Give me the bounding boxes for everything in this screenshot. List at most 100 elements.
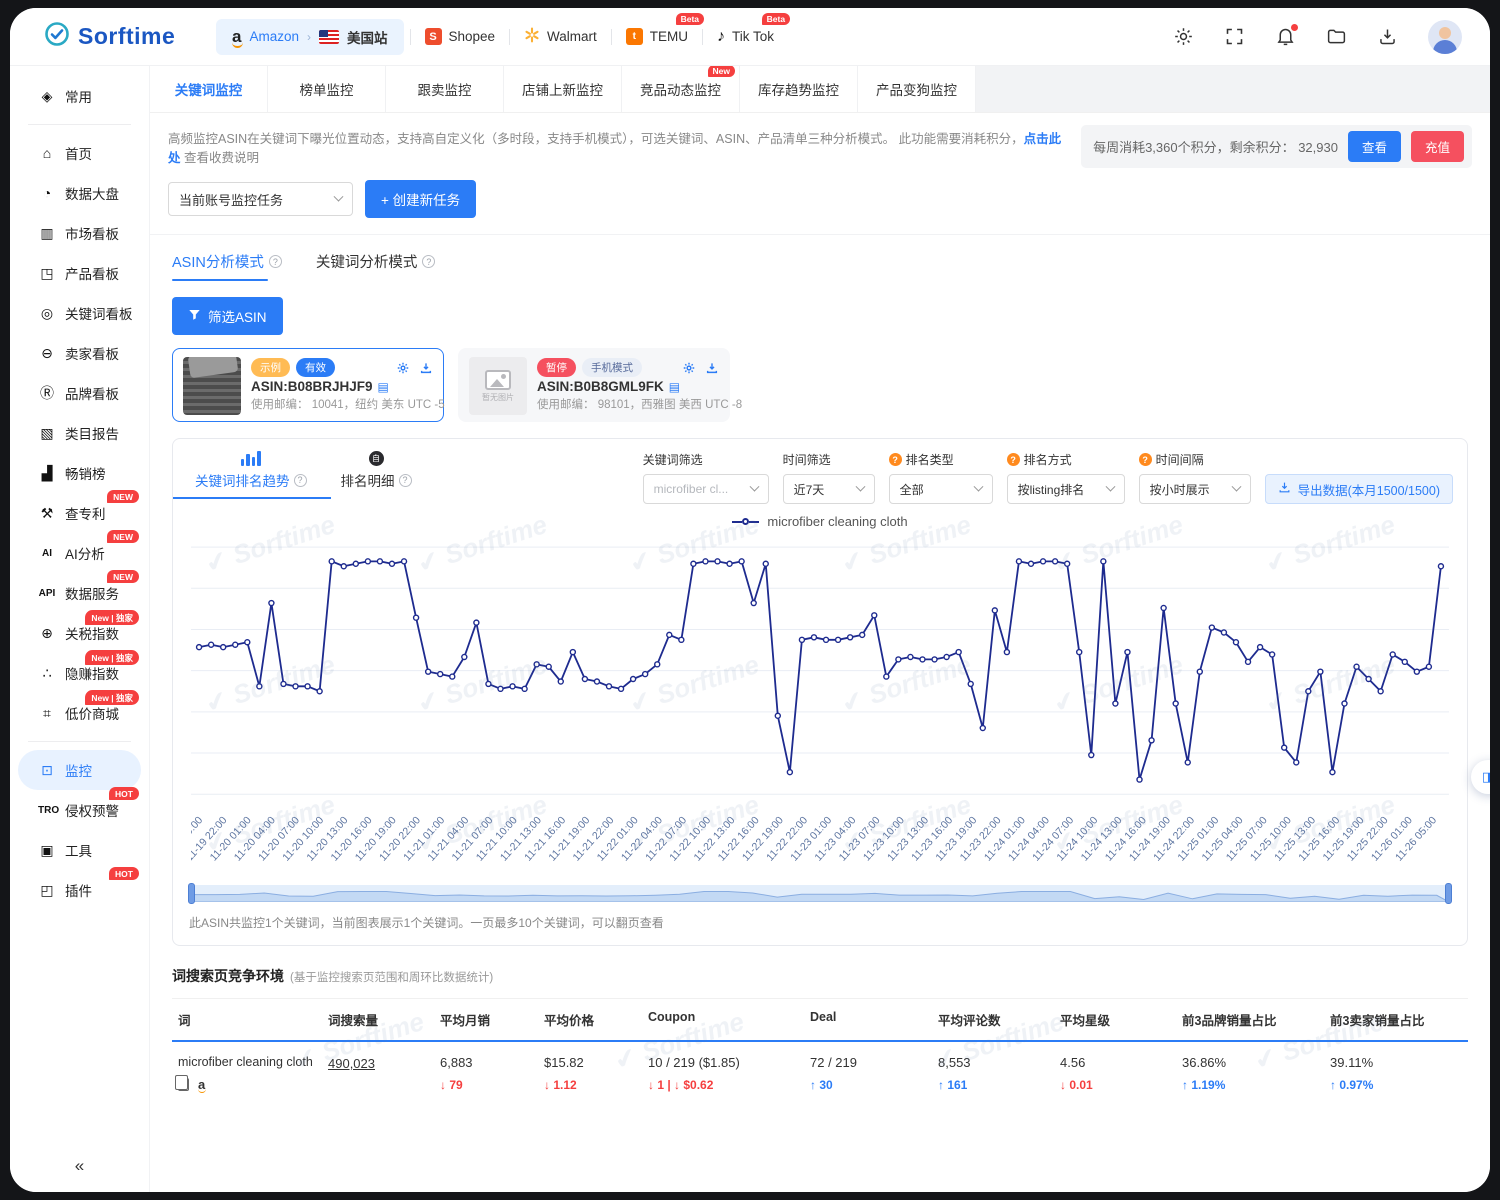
control-select-排名方式[interactable]: 按listing排名 — [1007, 474, 1125, 504]
banner-suffix-text: 查看收费说明 — [181, 151, 259, 165]
card-settings-icon[interactable] — [396, 361, 410, 375]
sidebar-item-卖家看板[interactable]: ⊖卖家看板 — [18, 333, 141, 373]
view-points-button[interactable]: 查看 — [1348, 131, 1401, 162]
sidebar-item-侵权预警[interactable]: TRO侵权预警HOT — [18, 790, 141, 830]
chart-legend[interactable]: microfiber cleaning cloth — [173, 514, 1467, 529]
trend-chart[interactable]: 11-19 19:0011-19 22:0011-20 01:0011-20 0… — [191, 531, 1449, 885]
task-select[interactable]: 当前账号监控任务 — [168, 182, 353, 216]
marketplace-amazon-region[interactable]: a Amazon › 美国站 — [216, 19, 404, 55]
create-task-button[interactable]: + 创建新任务 — [365, 180, 476, 218]
sidebar-item-监控[interactable]: ⊡监控 — [18, 750, 141, 790]
competition-title: 词搜索页竞争环境(基于监控搜索页范围和周环比数据统计) — [172, 966, 1468, 986]
tab-产品变狗监控[interactable]: 产品变狗监控 — [858, 66, 976, 112]
sidebar-item-隐赚指数[interactable]: ∴隐赚指数New | 独家 — [18, 653, 141, 693]
control-select-时间间隔[interactable]: 按小时展示 — [1139, 474, 1251, 504]
sidebar-item-关税指数[interactable]: ⊕关税指数New | 独家 — [18, 613, 141, 653]
card-download-icon[interactable] — [419, 361, 433, 375]
brush-handle-left[interactable] — [188, 883, 195, 904]
report-icon[interactable]: ▤ — [378, 380, 389, 394]
asin-card-1[interactable]: 示例 有效 ASIN:B08BRJHJF9▤ 使用邮编： 10041，纽约 美东… — [172, 348, 444, 422]
card-download-icon[interactable] — [705, 361, 719, 375]
sidebar-divider — [28, 124, 131, 125]
search-volume-link[interactable]: 490,023 — [328, 1056, 375, 1071]
help-icon[interactable]: ? — [294, 474, 307, 487]
settings-icon[interactable] — [1173, 26, 1194, 47]
legend-marker — [732, 518, 759, 525]
seller-board-icon: ⊖ — [38, 345, 56, 362]
sidebar-item-label: 插件 — [65, 880, 92, 900]
sidebar-collapse-button[interactable]: « — [10, 1142, 149, 1192]
sidebar-item-数据大盘[interactable]: ◔数据大盘 — [18, 173, 141, 213]
help-icon[interactable]: ? — [269, 255, 282, 268]
control-select-排名类型[interactable]: 全部 — [889, 474, 993, 504]
sidebar-item-关键词看板[interactable]: ◎关键词看板 — [18, 293, 141, 333]
chevron-down-icon — [1105, 481, 1115, 491]
column-header-平均价格: 平均价格 — [538, 999, 642, 1040]
sidebar-item-低价商城[interactable]: ⌗低价商城New | 独家 — [18, 693, 141, 733]
sidebar-item-查专利[interactable]: ⚒查专利NEW — [18, 493, 141, 533]
logo-text: Sorftime — [78, 23, 175, 50]
sidebar-item-常用[interactable]: ◈ 常用 — [18, 76, 141, 116]
sidebar-item-畅销榜[interactable]: ▟畅销榜 — [18, 453, 141, 493]
control-label: ?时间间隔 — [1139, 451, 1251, 468]
tab-竞品动态监控[interactable]: 竞品动态监控New — [622, 66, 740, 112]
sidebar-item-类目报告[interactable]: ▧类目报告 — [18, 413, 141, 453]
marketplace-shopee[interactable]: SShopee — [411, 20, 510, 53]
marketplace-temu-label: TEMU — [650, 29, 688, 44]
sidebar-item-label: 常用 — [65, 86, 92, 106]
amazon-label[interactable]: Amazon — [249, 29, 299, 44]
asin-card-2[interactable]: 暂无图片 暂停 手机模式 ASIN:B0B8GML9FK▤ 使用邮编： 9810… — [458, 348, 730, 422]
recharge-button[interactable]: 充值 — [1411, 131, 1464, 162]
sorftime-logo[interactable]: Sorftime — [44, 21, 202, 52]
tab-榜单监控[interactable]: 榜单监控 — [268, 66, 386, 112]
tab-库存趋势监控[interactable]: 库存趋势监控 — [740, 66, 858, 112]
help-icon[interactable]: ? — [422, 255, 435, 268]
tab-keyword-mode[interactable]: 关键词分析模式? — [316, 251, 436, 281]
sidebar-item-产品看板[interactable]: ◳产品看板 — [18, 253, 141, 293]
filter-asin-button[interactable]: 筛选ASIN — [172, 297, 283, 335]
fullscreen-icon[interactable] — [1224, 26, 1245, 47]
marketplace-walmart[interactable]: Walmart — [510, 19, 611, 54]
brush-handle-right[interactable] — [1445, 883, 1452, 904]
control-select-时间筛选[interactable]: 近7天 — [783, 474, 875, 504]
asin-code[interactable]: ASIN:B08BRJHJF9 — [251, 379, 373, 394]
notifications-icon[interactable] — [1275, 26, 1296, 47]
ai-icon: AI — [38, 548, 56, 559]
sidebar-item-品牌看板[interactable]: Ⓡ品牌看板 — [18, 373, 141, 413]
marketplace-tiktok[interactable]: ♪Tik TokBeta — [703, 20, 788, 54]
report-icon[interactable]: ▤ — [669, 380, 680, 394]
tab-跟卖监控[interactable]: 跟卖监控 — [386, 66, 504, 112]
keyword-board-icon: ◎ — [38, 305, 56, 322]
download-icon[interactable] — [1377, 26, 1398, 47]
control-label: 关键词筛选 — [643, 451, 769, 468]
copy-icon[interactable] — [178, 1078, 189, 1091]
tab-店铺上新监控[interactable]: 店铺上新监控 — [504, 66, 622, 112]
avatar[interactable] — [1428, 20, 1462, 54]
sidebar-item-工具[interactable]: ▣工具 — [18, 830, 141, 870]
sidebar-item-插件[interactable]: ◰插件HOT — [18, 870, 141, 910]
control-关键词筛选: 关键词筛选 microfiber cl... — [643, 451, 769, 504]
chart-controls: 关键词筛选microfiber cl...时间筛选近7天?排名类型全部?排名方式… — [643, 451, 1453, 504]
task-bar: 当前账号监控任务 + 创建新任务 — [168, 180, 1472, 218]
tab-keyword-rank-trend[interactable]: 关键词排名趋势? — [195, 451, 307, 498]
sidebar-item-首页[interactable]: ⌂首页 — [18, 133, 141, 173]
export-data-button[interactable]: 导出数据(本月1500/1500) — [1265, 474, 1453, 504]
amazon-icon[interactable]: a — [198, 1078, 205, 1091]
folder-icon[interactable] — [1326, 26, 1347, 47]
sidebar-item-AI分析[interactable]: AIAI分析NEW — [18, 533, 141, 573]
control-select-关键词筛选[interactable]: microfiber cl... — [643, 474, 769, 504]
asin-code[interactable]: ASIN:B0B8GML9FK — [537, 379, 664, 394]
help-icon[interactable]: ? — [399, 474, 412, 487]
shield-icon: ◈ — [38, 88, 56, 105]
marketplace-temu[interactable]: tTEMUBeta — [612, 20, 702, 53]
tab-rank-detail[interactable]: 自 排名明细? — [341, 451, 412, 498]
tab-asin-mode[interactable]: ASIN分析模式? — [172, 251, 282, 281]
sidebar-item-市场看板[interactable]: ▥市场看板 — [18, 213, 141, 253]
tab-关键词监控[interactable]: 关键词监控 — [150, 66, 268, 112]
plugin-icon: ◰ — [38, 882, 56, 899]
card-settings-icon[interactable] — [682, 361, 696, 375]
chart-zoom-brush[interactable] — [191, 885, 1449, 902]
sidebar-item-数据服务[interactable]: API数据服务NEW — [18, 573, 141, 613]
metric-cell-1: $15.82↓ 1.12 — [538, 1042, 642, 1107]
region-label[interactable]: 美国站 — [347, 27, 388, 47]
